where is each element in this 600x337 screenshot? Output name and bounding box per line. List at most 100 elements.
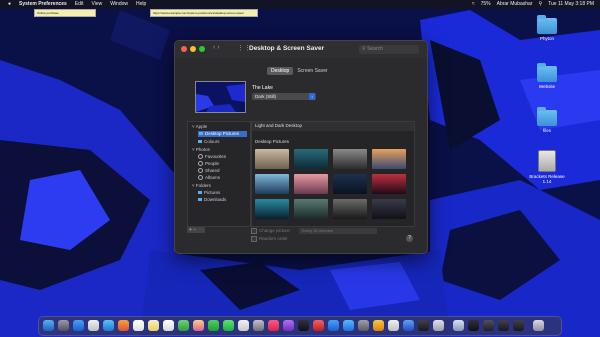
xcode-icon[interactable] [403, 320, 414, 331]
messages-icon[interactable] [223, 320, 234, 331]
sidebar-item-downloads[interactable]: Downloads [198, 197, 226, 203]
folder-icon [537, 15, 557, 34]
minimize-button[interactable] [190, 46, 196, 52]
downloads-stack-icon[interactable] [453, 320, 464, 331]
menu-edit[interactable]: Edit [75, 0, 84, 9]
sidebar-item-people[interactable]: People [198, 161, 219, 167]
desktop-icon-label: Website [538, 84, 556, 89]
apple-icon[interactable]: ● [8, 0, 11, 9]
music-icon[interactable] [268, 320, 279, 331]
wallpaper-thumbnail[interactable] [255, 174, 289, 194]
checkbox-label: Random order [259, 236, 288, 242]
facetime-icon[interactable] [208, 320, 219, 331]
sidebar-item-shared[interactable]: Shared [198, 168, 220, 174]
desktop-drive-brackets[interactable]: Brackets Release 1.14 [526, 150, 568, 184]
desktop-folder-files[interactable]: files [526, 107, 568, 133]
tab-screen-saver[interactable]: Screen Saver [293, 67, 331, 75]
sidebar-item-colours[interactable]: Colours [198, 139, 220, 145]
change-picture-checkbox[interactable]: Change picture: [251, 228, 291, 234]
news-icon[interactable] [313, 320, 324, 331]
wallpaper-thumbnail[interactable] [294, 199, 328, 219]
menu-help[interactable]: Help [136, 0, 146, 9]
back-forward-icon[interactable]: ‹ › [213, 44, 220, 51]
disk-utility-icon[interactable] [433, 320, 444, 331]
desktop-folder-phyton[interactable]: Phyton [526, 15, 568, 41]
sidebar-group-photos[interactable]: ˅ Photos [192, 147, 210, 152]
window-thumbnail-icon[interactable] [513, 320, 524, 331]
podcasts-icon[interactable] [283, 320, 294, 331]
photo-booth-icon[interactable] [193, 320, 204, 331]
wifi-icon[interactable]: ≈ [472, 0, 475, 9]
checkbox [251, 228, 257, 234]
wallpaper-thumbnail[interactable] [294, 174, 328, 194]
sidebar-item-albums[interactable]: Albums [198, 175, 220, 181]
finder-icon[interactable] [43, 320, 54, 331]
safari-icon[interactable] [73, 320, 84, 331]
sidebar-group-apple[interactable]: ˅ Apple [192, 124, 207, 129]
calendar-icon[interactable] [133, 320, 144, 331]
textedit-icon[interactable] [388, 320, 399, 331]
clock[interactable]: Tue 11 May 3:18 PM [548, 0, 594, 9]
launchpad-icon[interactable] [58, 320, 69, 331]
wallpaper-thumbnail[interactable] [333, 199, 367, 219]
maps-icon[interactable] [178, 320, 189, 331]
sidebar-item-label: Desktop Pictures [205, 131, 240, 136]
terminal-icon[interactable] [418, 320, 429, 331]
wallpaper-thumbnail[interactable] [255, 199, 289, 219]
source-sidebar: ˅ Apple Desktop Pictures Colours ˅ Photo… [187, 121, 251, 227]
wallpaper-thumbnail[interactable] [372, 199, 406, 219]
sidebar-item-desktop-pictures[interactable]: Desktop Pictures [198, 131, 247, 137]
user-name[interactable]: Abrar Mubashar [497, 0, 533, 9]
wallpaper-name: The Lake [252, 85, 273, 91]
search-icon[interactable]: ⚲ [538, 0, 542, 9]
trash-icon[interactable] [533, 320, 544, 331]
change-interval-select[interactable]: Every 30 minutes [299, 228, 377, 234]
desktop-icon-label: Brackets Release 1.14 [529, 174, 565, 184]
tab-desktop[interactable]: Desktop [267, 67, 294, 75]
app-menu[interactable]: System Preferences [19, 0, 67, 9]
screenshot-stack-icon[interactable] [468, 320, 479, 331]
preview-icon[interactable] [253, 320, 264, 331]
sidebar-item-favourites[interactable]: Favourites [198, 154, 226, 160]
add-remove-buttons[interactable]: + − [187, 227, 205, 233]
tv-icon[interactable] [298, 320, 309, 331]
menu-window[interactable]: Window [110, 0, 128, 9]
wallpaper-grid: Light and Dark Desktop Desktop Pictures [251, 121, 415, 227]
light-dark-section[interactable]: Light and Dark Desktop [252, 122, 414, 131]
wallpaper-thumbnail[interactable] [372, 149, 406, 169]
wallpaper-thumbnail[interactable] [372, 174, 406, 194]
shared-icon [198, 168, 203, 174]
search-input[interactable]: ⚲ Search [359, 45, 419, 54]
reminders-icon[interactable] [163, 320, 174, 331]
sidebar-group-folders[interactable]: ˅ Folders [192, 183, 211, 188]
appearance-select[interactable]: Dark (Still) ↕ [252, 93, 316, 100]
documents-stack-icon[interactable] [483, 320, 494, 331]
zoom-button[interactable] [199, 46, 205, 52]
wallpaper-thumbnail[interactable] [333, 149, 367, 169]
desktop-folder-website[interactable]: Website [526, 63, 568, 89]
mail-icon[interactable] [103, 320, 114, 331]
contacts-icon[interactable] [238, 320, 249, 331]
sidebar-item-pictures[interactable]: Pictures [198, 190, 220, 196]
wallpaper-thumbnail[interactable] [294, 149, 328, 169]
notes-icon[interactable] [148, 320, 159, 331]
random-order-checkbox[interactable]: Random order [251, 236, 288, 242]
system-preferences-icon[interactable] [358, 320, 369, 331]
sidebar-item-label: Downloads [204, 197, 227, 202]
help-button[interactable]: ? [406, 235, 413, 242]
battery-percent[interactable]: 75% [481, 0, 491, 9]
sketch-icon[interactable] [373, 320, 384, 331]
title-bar[interactable]: ‹ › ⋮⋮ Desktop & Screen Saver ⚲ Search [175, 41, 427, 58]
wallpaper-thumbnail[interactable] [255, 149, 289, 169]
close-button[interactable] [181, 46, 187, 52]
sidebar-item-label: Albums [205, 175, 221, 180]
wallpaper-thumbnail[interactable] [333, 174, 367, 194]
app-store-icon[interactable] [343, 320, 354, 331]
person-icon [198, 161, 203, 167]
photos-icon[interactable] [118, 320, 129, 331]
menu-view[interactable]: View [91, 0, 102, 9]
window-thumbnail-icon[interactable] [498, 320, 509, 331]
vscode-icon[interactable] [328, 320, 339, 331]
chrome-icon[interactable] [88, 320, 99, 331]
overlay-url-bar-2: https://www.example.com/system-preferenc… [150, 9, 258, 17]
